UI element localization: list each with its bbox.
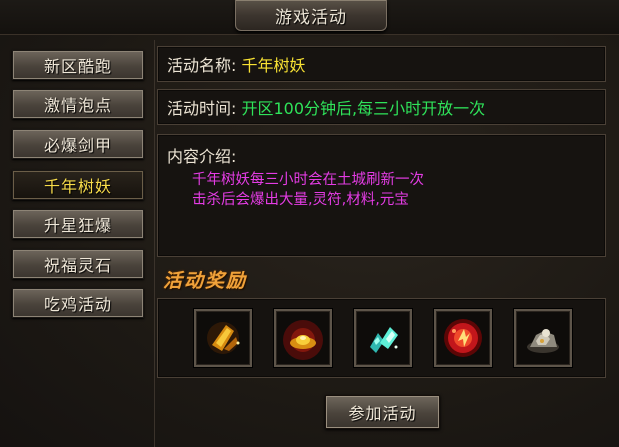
- activity-time-panel: 活动时间: 开区100分钟后,每三小时开放一次: [157, 89, 606, 125]
- activity-window: 游戏活动 新区酷跑 激情泡点 必爆剑甲 千年树妖 升星狂爆 祝福灵石 吃鸡活动 …: [0, 0, 619, 447]
- activity-name-label: 活动名称:: [167, 56, 237, 75]
- reward-slot[interactable]: [354, 309, 412, 367]
- rewards-title: 活动奖励: [163, 270, 248, 292]
- menu-item-passion-afk[interactable]: 激情泡点: [12, 89, 144, 119]
- menu-item-sword-armor-drop[interactable]: 必爆剑甲: [12, 129, 144, 159]
- activity-intro-panel: 内容介绍: 千年树妖每三小时会在土城刷新一次 击杀后会爆出大量,灵符,材料,元宝: [157, 134, 606, 257]
- menu-item-new-server-run[interactable]: 新区酷跑: [12, 50, 144, 80]
- activity-menu: 新区酷跑 激情泡点 必爆剑甲 千年树妖 升星狂爆 祝福灵石 吃鸡活动: [4, 40, 155, 447]
- menu-item-chicken-event[interactable]: 吃鸡活动: [12, 288, 144, 318]
- activity-time-value: 开区100分钟后,每三小时开放一次: [241, 99, 486, 118]
- menu-item-star-upgrade[interactable]: 升星狂爆: [12, 209, 144, 239]
- fire-orb-icon: [444, 319, 482, 357]
- gold-talisman-icon: [207, 322, 240, 354]
- activity-name-panel: 活动名称: 千年树妖: [157, 46, 606, 82]
- title-plate: 游戏活动: [235, 0, 387, 31]
- activity-intro-label: 内容介绍:: [167, 147, 237, 166]
- reward-slot[interactable]: [274, 309, 332, 367]
- intro-line: 击杀后会爆出大量,灵符,材料,元宝: [192, 192, 409, 208]
- reward-slot[interactable]: [194, 309, 252, 367]
- intro-line: 千年树妖每三小时会在土城刷新一次: [192, 172, 424, 188]
- reward-slot[interactable]: [514, 309, 572, 367]
- window-title: 游戏活动: [275, 7, 347, 28]
- activity-name-value: 千年树妖: [241, 56, 306, 75]
- menu-item-blessing-stone[interactable]: 祝福灵石: [12, 249, 144, 279]
- activity-time-label: 活动时间:: [167, 99, 237, 118]
- menu-item-thousand-year-tree-demon[interactable]: 千年树妖: [12, 170, 144, 200]
- reward-slot[interactable]: [434, 309, 492, 367]
- title-bar: 游戏活动: [0, 0, 619, 35]
- gold-ingot-icon: [283, 320, 323, 360]
- activity-intro-text: 千年树妖每三小时会在土城刷新一次 击杀后会爆出大量,灵符,材料,元宝: [192, 170, 424, 210]
- crystal-material-icon: [370, 327, 398, 353]
- join-activity-button[interactable]: 参加活动: [325, 395, 440, 429]
- ore-pile-icon: [527, 329, 559, 353]
